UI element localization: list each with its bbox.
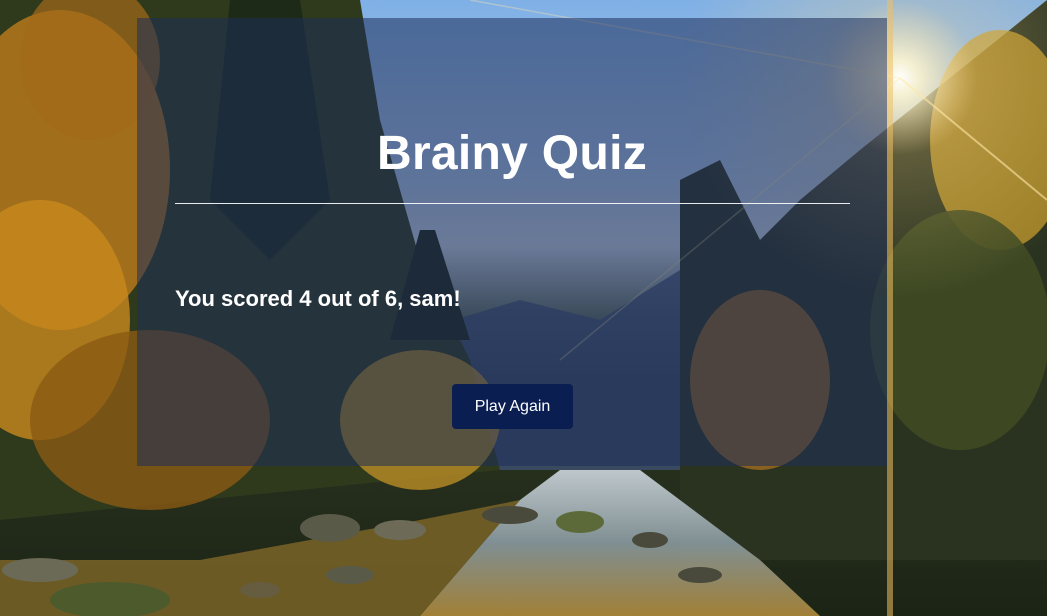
play-again-button[interactable]: Play Again	[452, 384, 573, 429]
app-title: Brainy Quiz	[376, 127, 648, 180]
score-message: You scored 4 out of 6, sam!	[175, 286, 461, 311]
title-divider	[175, 203, 850, 204]
quiz-result-card: Brainy Quiz You scored 4 out of 6, sam! …	[137, 18, 887, 466]
